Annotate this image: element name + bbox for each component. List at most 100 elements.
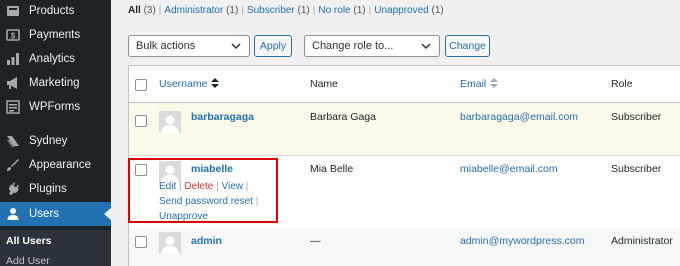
menu-label: Sydney: [29, 135, 68, 147]
sydney-icon: [6, 134, 20, 148]
table-header: Username Name Email Role: [129, 66, 680, 103]
menu-label: Users: [29, 208, 60, 220]
separator: |: [312, 5, 316, 16]
table-row: barbaragaga Barbara Gaga barbaragaga@ema…: [129, 103, 680, 156]
column-role: Role: [611, 78, 633, 90]
menu-label: Marketing: [29, 77, 80, 89]
menu-item-wpforms[interactable]: WPForms: [0, 95, 111, 119]
user-role: Subscriber: [611, 111, 662, 123]
user-name: —: [310, 235, 321, 247]
menu-label: WPForms: [29, 101, 81, 113]
menu-item-users[interactable]: Users: [0, 202, 111, 226]
row-checkbox[interactable]: [135, 236, 147, 248]
marketing-icon: [6, 76, 20, 90]
separator: |: [216, 181, 219, 192]
analytics-icon: [6, 52, 20, 66]
separator: |: [241, 5, 244, 16]
user-role: Subscriber: [611, 163, 662, 175]
bulk-actions-select[interactable]: Bulk actions: [128, 35, 250, 57]
separator: |: [245, 181, 249, 192]
change-button[interactable]: Change: [445, 35, 490, 57]
user-email[interactable]: admin@mywordpress.com: [460, 235, 584, 247]
filter-count: (1): [226, 5, 239, 16]
menu-item-marketing[interactable]: Marketing: [0, 71, 111, 95]
admin-sidebar: Products $ Payments Analytics Marketing …: [0, 0, 111, 266]
menu-item-sydney[interactable]: Sydney: [0, 129, 111, 153]
menu-item-plugins[interactable]: Plugins: [0, 177, 111, 201]
chevron-down-icon: [231, 43, 241, 50]
wpforms-icon: [6, 100, 20, 114]
filter-label: Subscriber: [246, 5, 295, 16]
filter-label: No role: [318, 5, 351, 16]
menu-label: Analytics: [29, 53, 76, 65]
menu-label: Appearance: [29, 159, 92, 171]
main-content: All (3) | Administrator (1) | Subscriber (1)…: [111, 0, 680, 266]
column-name: Name: [310, 78, 339, 90]
separator: |: [179, 181, 182, 192]
svg-text:$: $: [11, 32, 16, 41]
change-role-select[interactable]: Change role to...: [304, 35, 440, 57]
row-actions: Edit | Delete | View | Send password res…: [159, 179, 258, 224]
menu-label: Payments: [29, 29, 81, 41]
submenu-all-users[interactable]: All Users: [6, 235, 52, 247]
user-role: Administrator: [611, 235, 673, 247]
filter-administrator[interactable]: Administrator: [164, 5, 223, 16]
column-email[interactable]: Email: [460, 78, 499, 90]
filter-label: Unapproved: [374, 5, 429, 16]
user-email[interactable]: miabelle@email.com: [460, 163, 558, 175]
change-role-value: Change role to...: [312, 40, 394, 52]
edit-link[interactable]: Edit: [159, 181, 176, 192]
filter-all[interactable]: All (3): [128, 5, 156, 16]
send-password-reset-link[interactable]: Send password reset: [159, 196, 253, 207]
view-link[interactable]: View: [221, 181, 243, 192]
chevron-down-icon: [421, 43, 431, 50]
plugins-icon: [6, 182, 20, 196]
unapprove-link[interactable]: Unapprove: [159, 211, 208, 222]
user-name: Barbara Gaga: [310, 111, 376, 123]
table-row: miabelle Edit | Delete | View | Send pas…: [129, 156, 680, 228]
filter-unapproved[interactable]: Unapproved: [374, 5, 428, 16]
apply-button[interactable]: Apply: [254, 35, 292, 57]
avatar: [159, 232, 181, 254]
menu-item-appearance[interactable]: Appearance: [0, 153, 111, 177]
filter-subscriber[interactable]: Subscriber: [247, 5, 295, 16]
filter-count: (1): [431, 5, 444, 16]
filter-no-role[interactable]: No role: [318, 5, 350, 16]
row-checkbox[interactable]: [135, 164, 147, 176]
column-label: Email: [460, 78, 487, 90]
role-filter-links: All (3) | Administrator (1) | Subscriber (1)…: [128, 5, 444, 16]
filter-count: (3): [143, 5, 156, 16]
users-icon: [6, 207, 20, 221]
username-link[interactable]: miabelle: [191, 163, 233, 175]
column-label: Username: [159, 78, 208, 90]
table-row: admin — admin@mywordpress.com Administra…: [129, 228, 680, 266]
filter-count: (1): [297, 5, 310, 16]
avatar: [159, 111, 181, 133]
sort-icon: [490, 78, 499, 88]
users-table: Username Name Email Role barbaragaga Bar…: [128, 65, 680, 266]
user-name: Mia Belle: [310, 163, 354, 175]
menu-item-payments[interactable]: $ Payments: [0, 23, 111, 47]
separator: |: [158, 5, 162, 16]
select-all-checkbox[interactable]: [135, 79, 147, 91]
filter-count: (1): [353, 5, 366, 16]
user-email[interactable]: barbaragaga@email.com: [460, 111, 578, 123]
filter-label: All: [128, 5, 141, 16]
appearance-icon: [6, 158, 20, 172]
delete-link[interactable]: Delete: [184, 181, 213, 192]
payments-icon: $: [6, 28, 20, 42]
products-icon: [6, 4, 20, 18]
row-checkbox[interactable]: [135, 115, 147, 127]
menu-item-products[interactable]: Products: [0, 0, 111, 23]
separator: |: [368, 5, 372, 16]
bulk-actions-value: Bulk actions: [136, 40, 196, 52]
separator: |: [255, 196, 259, 207]
username-link[interactable]: admin: [191, 235, 222, 247]
column-username[interactable]: Username: [159, 78, 220, 90]
users-submenu: All Users Add User: [0, 230, 111, 266]
menu-item-analytics[interactable]: Analytics: [0, 47, 111, 71]
menu-label: Products: [29, 5, 75, 17]
submenu-add-user[interactable]: Add User: [6, 255, 50, 266]
username-link[interactable]: barbaragaga: [191, 111, 254, 123]
sort-icon: [211, 78, 220, 88]
